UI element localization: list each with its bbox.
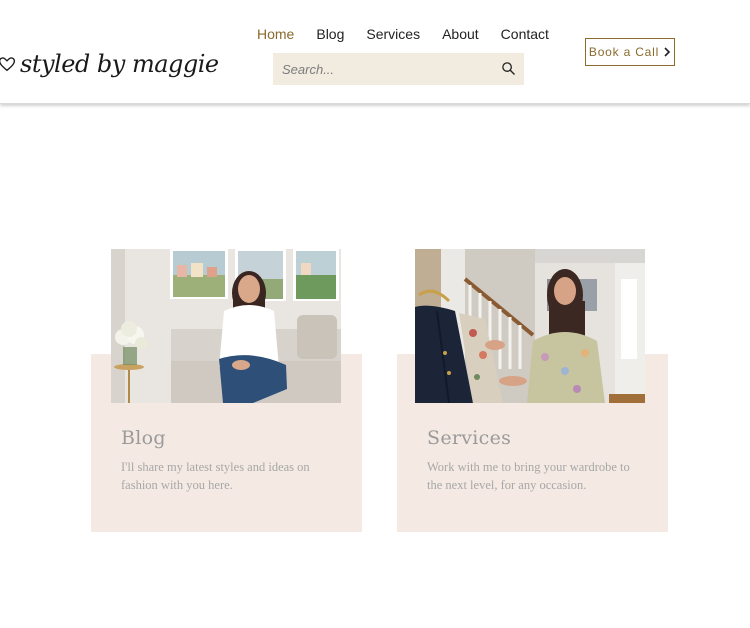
services-card-description: Work with me to bring your wardrobe to t… (427, 460, 630, 492)
site-header: styled by maggie Home Blog Services Abou… (0, 0, 750, 104)
search-bar (273, 53, 524, 85)
search-input[interactable] (273, 53, 493, 85)
nav-services[interactable]: Services (366, 26, 420, 42)
book-a-call-label: Book a Call (588, 45, 660, 59)
site-logo[interactable]: styled by maggie (0, 44, 219, 84)
book-a-call-button[interactable]: Book a Call (585, 38, 675, 66)
services-card-title[interactable]: Services (427, 427, 511, 449)
services-card-image[interactable] (415, 249, 645, 403)
blog-card-title[interactable]: Blog (121, 427, 166, 449)
logo-text: styled by maggie (20, 50, 219, 78)
search-icon[interactable] (501, 61, 516, 76)
nav-about[interactable]: About (442, 26, 479, 42)
chevron-right-icon (664, 47, 671, 57)
nav-blog[interactable]: Blog (316, 26, 344, 42)
main-nav: Home Blog Services About Contact (257, 26, 571, 42)
blog-card-image[interactable] (111, 249, 341, 403)
blog-card-description: I'll share my latest styles and ideas on… (121, 460, 310, 492)
nav-contact[interactable]: Contact (501, 26, 549, 42)
heart-icon (0, 57, 16, 72)
nav-home[interactable]: Home (257, 26, 294, 42)
